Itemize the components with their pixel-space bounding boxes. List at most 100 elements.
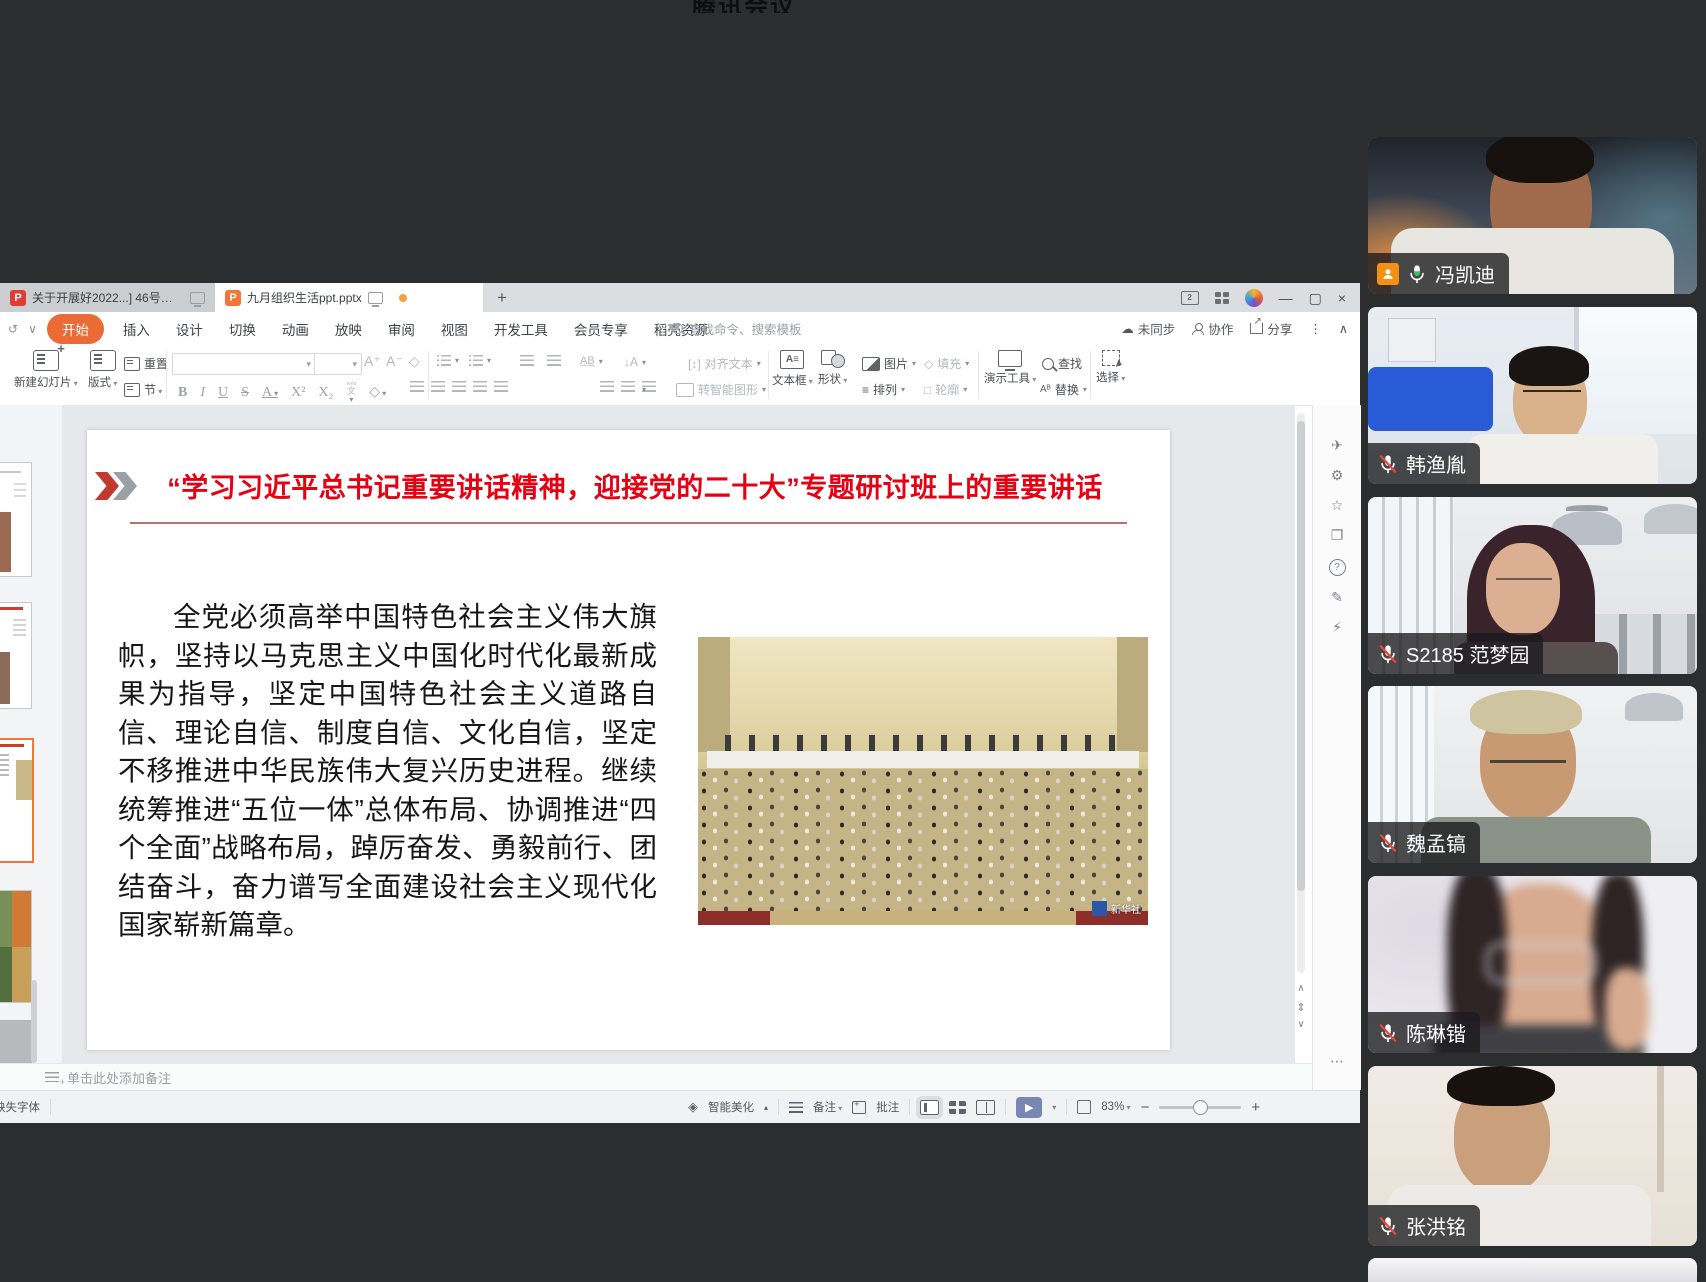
next-slide-button[interactable]: ∨: [1293, 1019, 1309, 1030]
line-spacing-icon[interactable]: [600, 381, 614, 392]
slide-thumbnail-2[interactable]: [0, 602, 32, 709]
slide-thumbnail-5[interactable]: [0, 1020, 32, 1065]
menu-design[interactable]: 设计: [163, 319, 216, 339]
section-button[interactable]: 节: [124, 381, 162, 398]
participant-tile[interactable]: 冯凯迪: [1368, 137, 1697, 294]
signature-pen-icon[interactable]: ✎: [1313, 589, 1361, 606]
text-box-button[interactable]: A≡ 文本框: [772, 350, 813, 388]
previous-slide-button[interactable]: ∧: [1293, 983, 1309, 994]
slide-canvas[interactable]: “学习习近平总书记重要讲话精神，迎接党的二十大”专题研讨班上的重要讲话 全党必须…: [62, 405, 1295, 1063]
conference-photo[interactable]: 新华社: [698, 637, 1148, 925]
find-button[interactable]: 查找: [1042, 355, 1082, 372]
outline-button[interactable]: □ 轮廓: [924, 381, 967, 398]
merge-windows-icon[interactable]: 2: [1181, 291, 1199, 305]
eraser-format-button[interactable]: ◇: [369, 384, 386, 401]
play-options-caret[interactable]: ▾: [1052, 1103, 1056, 1112]
command-search[interactable]: 查找命令、搜索模板: [672, 319, 802, 338]
distribute-icon[interactable]: [494, 381, 508, 392]
slide-title[interactable]: “学习习近平总书记重要讲话精神，迎接党的二十大”专题研讨班上的重要讲话: [135, 466, 1135, 505]
more-tools-icon[interactable]: ⋯: [1313, 1053, 1361, 1070]
slide-page[interactable]: “学习习近平总书记重要讲话精神，迎接党的二十大”专题研讨班上的重要讲话 全党必须…: [87, 430, 1170, 1050]
popout-pane-icon[interactable]: ❐: [1313, 527, 1361, 544]
menu-view[interactable]: 视图: [428, 319, 481, 339]
participant-tile-partial[interactable]: [1368, 1258, 1697, 1282]
menu-review[interactable]: 审阅: [375, 319, 428, 339]
notes-bar[interactable]: 单击此处添加备注: [0, 1063, 1312, 1090]
tab-pdf-document[interactable]: P 关于开展好2022...] 46号）.pdf: [0, 283, 215, 312]
participant-tile[interactable]: 魏孟镐: [1368, 686, 1697, 863]
character-spacing-button[interactable]: A̲B̲: [580, 355, 603, 367]
zoom-slider-knob[interactable]: [1193, 1100, 1208, 1115]
zoom-slider[interactable]: [1159, 1106, 1241, 1109]
replace-button[interactable]: Aᴮ 替换: [1040, 381, 1087, 398]
rocket-icon[interactable]: ✈: [1313, 437, 1361, 454]
close-button[interactable]: ×: [1338, 291, 1346, 305]
slide-sorter-view-button[interactable]: [949, 1101, 966, 1114]
collapse-ribbon-icon[interactable]: ∧: [1339, 321, 1348, 336]
canvas-scrollbar[interactable]: [1297, 413, 1305, 973]
bold-button[interactable]: B: [178, 385, 187, 401]
participant-tile[interactable]: 张洪铭: [1368, 1066, 1697, 1246]
subscript-button[interactable]: X₂: [318, 385, 333, 401]
fit-window-icon[interactable]: [1077, 1100, 1091, 1114]
menu-home[interactable]: 开始: [47, 314, 104, 344]
reading-view-button[interactable]: [976, 1100, 995, 1115]
account-avatar[interactable]: [1245, 289, 1263, 307]
missing-font-warning[interactable]: 缺失字体: [0, 1099, 40, 1115]
participant-tile[interactable]: 陈琳锴: [1368, 876, 1697, 1053]
new-slide-button[interactable]: 新建幻灯片: [14, 350, 78, 390]
increase-indent-button[interactable]: [547, 355, 561, 366]
menu-insert[interactable]: 插入: [110, 319, 163, 339]
underline-button[interactable]: U: [218, 385, 228, 401]
spacing-options-icon[interactable]: [642, 381, 656, 392]
star-icon[interactable]: ☆: [1313, 497, 1361, 514]
maximize-button[interactable]: ▢: [1309, 291, 1322, 305]
overflow-menu-icon[interactable]: ⋮: [1309, 321, 1322, 336]
font-size-combo[interactable]: ▾: [314, 353, 362, 375]
arrange-button[interactable]: ≡ 排列: [862, 381, 905, 398]
fill-button[interactable]: ◇ 填充: [924, 355, 969, 372]
menu-member[interactable]: 会员专享: [561, 319, 641, 339]
apps-grid-icon[interactable]: [1215, 292, 1229, 304]
layout-button[interactable]: 版式: [88, 350, 117, 390]
slide-thumbnail-1[interactable]: [0, 462, 32, 577]
collaborate-button[interactable]: 协作: [1192, 319, 1233, 338]
slide-thumbnail-4[interactable]: [0, 890, 32, 1003]
clear-format-icon[interactable]: ◇: [409, 353, 420, 370]
beautify-button[interactable]: 智能美化: [708, 1099, 754, 1115]
font-color-button[interactable]: A: [262, 385, 278, 401]
sync-status[interactable]: ☁ 未同步: [1121, 319, 1175, 338]
settings-sliders-icon[interactable]: ⚙: [1313, 467, 1361, 484]
tab-pptx-document[interactable]: P 九月组织生活ppt.pptx: [215, 283, 483, 312]
slide-body-text[interactable]: 全党必须高举中国特色社会主义伟大旗帜，坚持以马克思主义中国化时代化最新成果为指导…: [118, 598, 657, 945]
numbered-list-button[interactable]: [469, 355, 491, 366]
superscript-button[interactable]: X²: [291, 385, 305, 401]
menu-animation[interactable]: 动画: [269, 319, 322, 339]
quick-access-toolbar[interactable]: ↺ ∨: [0, 322, 47, 336]
menu-devtools[interactable]: 开发工具: [481, 319, 561, 339]
slide-jump-button[interactable]: ⇕: [1293, 1001, 1309, 1014]
reset-button[interactable]: 重置: [124, 355, 168, 372]
justify-icon[interactable]: [473, 381, 487, 392]
decrease-font-button[interactable]: A⁻: [386, 353, 403, 370]
picture-button[interactable]: 图片: [862, 355, 916, 372]
smart-graphic-button[interactable]: 转智能图形: [676, 381, 766, 398]
zoom-in-button[interactable]: +: [1251, 1099, 1260, 1116]
italic-button[interactable]: I: [200, 385, 205, 401]
new-tab-button[interactable]: +: [483, 283, 521, 312]
menu-slideshow[interactable]: 放映: [322, 319, 375, 339]
notes-toggle-button[interactable]: 备注: [813, 1099, 842, 1115]
share-button[interactable]: 分享: [1250, 319, 1292, 338]
canvas-scrollbar-thumb[interactable]: [1297, 421, 1305, 891]
help-icon[interactable]: ?: [1313, 557, 1361, 576]
shapes-button[interactable]: 形状: [818, 350, 847, 387]
align-text-button[interactable]: [↕] 对齐文本: [688, 355, 761, 372]
phonetic-guide-button[interactable]: wén文: [346, 381, 356, 404]
font-family-combo[interactable]: ▾: [172, 353, 316, 375]
slide-thumbnail-3-selected[interactable]: [0, 738, 34, 863]
minimize-button[interactable]: —: [1279, 291, 1293, 305]
slideshow-play-button[interactable]: ▶: [1016, 1097, 1042, 1118]
flash-tools-icon[interactable]: ⚡: [1313, 619, 1361, 636]
present-tools-button[interactable]: 演示工具: [984, 350, 1036, 386]
comments-button[interactable]: 批注: [876, 1099, 899, 1115]
